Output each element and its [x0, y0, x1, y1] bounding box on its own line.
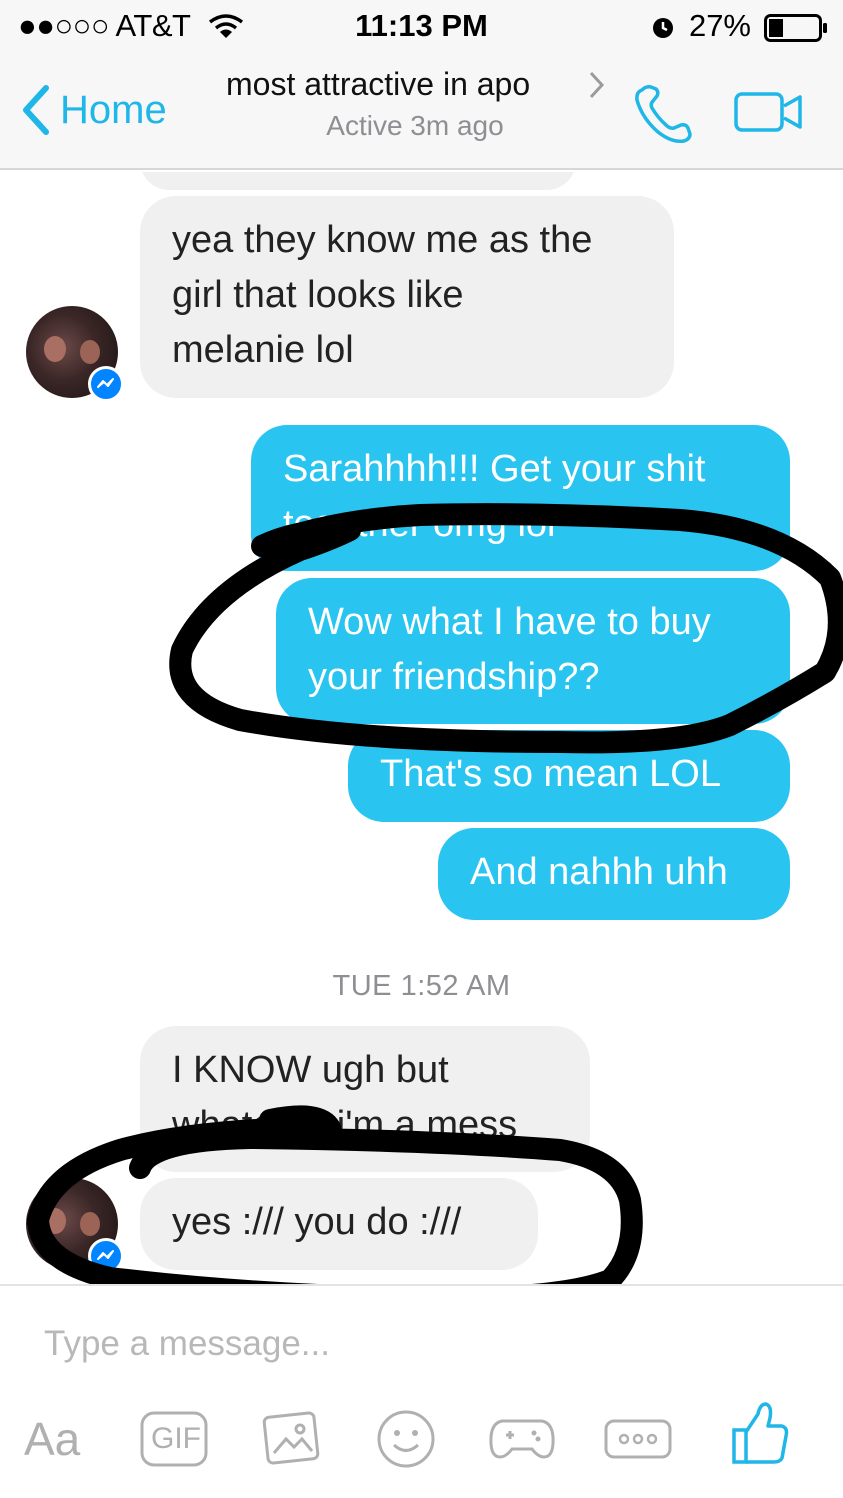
message-bubble-outgoing[interactable]: And nahhh uhh	[438, 828, 790, 920]
message-line: your friendship??	[308, 656, 600, 698]
message-bubble-clipped	[140, 172, 576, 190]
messenger-badge-icon	[88, 366, 124, 402]
avatar-photo	[44, 336, 66, 362]
battery-icon	[764, 14, 827, 42]
photo-icon[interactable]	[262, 1404, 322, 1474]
composer: Type a message... Aa GIF	[0, 1284, 843, 1498]
gif-label: GIF	[151, 1422, 201, 1455]
message-line: melanie lol	[172, 329, 354, 371]
message-line: girl that looks like	[172, 274, 464, 316]
thumbs-up-icon[interactable]	[730, 1398, 790, 1468]
message-line: And nahhh uhh	[470, 851, 728, 893]
battery-percentage: 27%	[688, 8, 751, 43]
emoji-icon[interactable]	[376, 1404, 436, 1474]
timestamp-divider: TUE 1:52 AM	[332, 970, 511, 1002]
message-line: Wow what I have to buy	[308, 601, 711, 643]
message-line: Sarahhhh!!! Get your shit	[283, 448, 706, 490]
messenger-badge-icon	[88, 1238, 124, 1274]
conversation-title[interactable]: most attractive in apo	[226, 66, 530, 103]
avatar-photo	[44, 1208, 66, 1234]
avatar-photo-detail	[80, 340, 100, 364]
message-bubble-outgoing[interactable]: That's so mean LOL	[348, 730, 790, 822]
game-controller-icon[interactable]	[488, 1404, 556, 1474]
message-line: together omg lol	[283, 503, 556, 545]
avatar-photo-detail	[80, 1212, 100, 1236]
message-bubble-incoming[interactable]: I KNOW ugh but whatever i'm a mess	[140, 1026, 590, 1172]
message-line: I KNOW ugh but	[172, 1049, 449, 1091]
message-input[interactable]: Type a message...	[44, 1324, 330, 1364]
message-bubble-outgoing[interactable]: Wow what I have to buy your friendship??	[276, 578, 790, 724]
message-line: That's so mean LOL	[380, 753, 721, 795]
alarm-icon	[653, 18, 673, 38]
message-bubble-incoming[interactable]: yea they know me as the girl that looks …	[140, 196, 674, 398]
conversation-header: Home most attractive in apo Active 3m ag…	[0, 52, 843, 170]
message-bubble-incoming[interactable]: yes :/// you do :///	[140, 1178, 538, 1270]
message-line: whatever i'm a mess	[172, 1104, 518, 1146]
message-bubble-outgoing[interactable]: Sarahhhh!!! Get your shit together omg l…	[251, 425, 790, 571]
gif-button[interactable]: GIF	[140, 1404, 208, 1474]
avatar[interactable]	[26, 306, 124, 402]
status-bar: ●●○○○ AT&T 11:13 PM 27%	[0, 0, 843, 52]
active-status: Active 3m ago	[326, 110, 504, 141]
avatar[interactable]	[26, 1178, 124, 1274]
message-line: yes :/// you do :///	[172, 1201, 462, 1243]
message-line: yea they know me as the	[172, 219, 593, 261]
text-format-icon[interactable]: Aa	[24, 1404, 80, 1474]
more-icon[interactable]	[604, 1404, 672, 1474]
message-thread[interactable]: yea they know me as the girl that looks …	[0, 172, 843, 1284]
phone-icon[interactable]	[632, 84, 696, 146]
chevron-right-icon[interactable]	[588, 70, 606, 100]
video-camera-icon[interactable]	[734, 92, 804, 132]
